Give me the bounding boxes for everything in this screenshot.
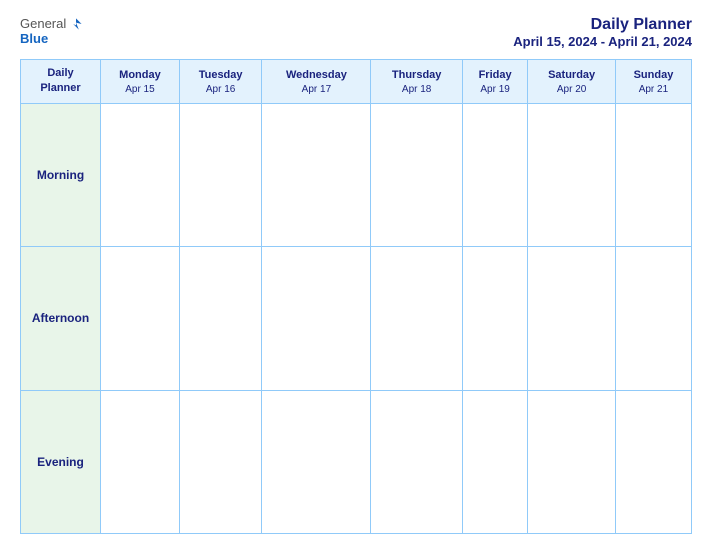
logo-general-text: General — [20, 16, 66, 31]
day-name-friday: Friday — [467, 68, 524, 83]
morning-friday-cell[interactable] — [462, 103, 528, 246]
afternoon-friday-cell[interactable] — [462, 247, 528, 390]
planner-date-range: April 15, 2024 - April 21, 2024 — [513, 34, 692, 49]
morning-thursday-cell[interactable] — [371, 103, 462, 246]
evening-row: Evening — [21, 390, 692, 533]
logo-blue-text: Blue — [20, 31, 48, 46]
morning-sunday-cell[interactable] — [615, 103, 691, 246]
afternoon-thursday-cell[interactable] — [371, 247, 462, 390]
evening-friday-cell[interactable] — [462, 390, 528, 533]
afternoon-wednesday-cell[interactable] — [262, 247, 371, 390]
day-date-thursday: Apr 18 — [375, 84, 457, 95]
day-date-friday: Apr 19 — [467, 84, 524, 95]
afternoon-saturday-cell[interactable] — [528, 247, 616, 390]
evening-sunday-cell[interactable] — [615, 390, 691, 533]
col-header-sunday: Sunday Apr 21 — [615, 60, 691, 104]
day-name-wednesday: Wednesday — [266, 68, 366, 83]
day-date-wednesday: Apr 17 — [266, 84, 366, 95]
day-name-monday: Monday — [105, 68, 175, 83]
planner-title: Daily Planner — [513, 16, 692, 34]
evening-wednesday-cell[interactable] — [262, 390, 371, 533]
day-date-tuesday: Apr 16 — [184, 84, 257, 95]
table-header-row: DailyPlanner Monday Apr 15 Tuesday Apr 1… — [21, 60, 692, 104]
page-header: General Blue Daily Planner April 15, 202… — [20, 16, 692, 49]
day-date-sunday: Apr 21 — [620, 84, 687, 95]
evening-tuesday-cell[interactable] — [179, 390, 261, 533]
morning-label: Morning — [21, 103, 101, 246]
evening-saturday-cell[interactable] — [528, 390, 616, 533]
col-header-tuesday: Tuesday Apr 16 — [179, 60, 261, 104]
morning-saturday-cell[interactable] — [528, 103, 616, 246]
evening-label: Evening — [21, 390, 101, 533]
col-header-friday: Friday Apr 19 — [462, 60, 528, 104]
evening-thursday-cell[interactable] — [371, 390, 462, 533]
day-name-thursday: Thursday — [375, 68, 457, 83]
logo-bird-icon — [69, 17, 83, 31]
day-name-saturday: Saturday — [532, 68, 611, 83]
logo: General Blue — [20, 16, 83, 46]
day-date-monday: Apr 15 — [105, 84, 175, 95]
evening-monday-cell[interactable] — [101, 390, 180, 533]
col-header-saturday: Saturday Apr 20 — [528, 60, 616, 104]
morning-wednesday-cell[interactable] — [262, 103, 371, 246]
afternoon-sunday-cell[interactable] — [615, 247, 691, 390]
planner-table: DailyPlanner Monday Apr 15 Tuesday Apr 1… — [20, 59, 692, 534]
afternoon-label: Afternoon — [21, 247, 101, 390]
col-header-daily-planner: DailyPlanner — [21, 60, 101, 104]
afternoon-row: Afternoon — [21, 247, 692, 390]
day-name-tuesday: Tuesday — [184, 68, 257, 83]
col-header-thursday: Thursday Apr 18 — [371, 60, 462, 104]
col-header-monday: Monday Apr 15 — [101, 60, 180, 104]
title-area: Daily Planner April 15, 2024 - April 21,… — [513, 16, 692, 49]
afternoon-monday-cell[interactable] — [101, 247, 180, 390]
day-name-sunday: Sunday — [620, 68, 687, 83]
morning-row: Morning — [21, 103, 692, 246]
day-date-saturday: Apr 20 — [532, 84, 611, 95]
morning-monday-cell[interactable] — [101, 103, 180, 246]
col-header-wednesday: Wednesday Apr 17 — [262, 60, 371, 104]
morning-tuesday-cell[interactable] — [179, 103, 261, 246]
afternoon-tuesday-cell[interactable] — [179, 247, 261, 390]
